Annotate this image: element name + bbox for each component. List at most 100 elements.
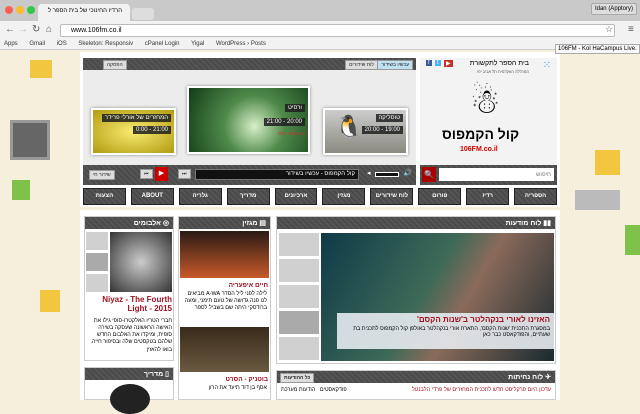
bookmark-item[interactable]: Yigal — [191, 41, 204, 47]
gadget-decoration — [595, 150, 620, 175]
featured-headline[interactable]: האזינו לאורי בנקהלטר ב'שנות הקסם' — [341, 315, 550, 324]
bookmark-item[interactable]: Skeleton: Responsiv — [78, 41, 133, 47]
featured-thumb[interactable] — [279, 285, 319, 308]
magazine-headline[interactable]: חיים איפעריה — [179, 280, 270, 291]
live-button[interactable]: שידור חי — [89, 170, 115, 180]
tab-schedule[interactable]: לוח שידורים — [345, 60, 378, 70]
bookmark-item[interactable]: Apps — [4, 41, 18, 47]
landings-header: ✈ לוח נחיתות כל ההודעות — [277, 371, 555, 383]
nav-item[interactable]: הצעות — [82, 188, 126, 205]
guide-title: מדריך — [144, 371, 164, 378]
school-subtitle: המכללה האקדמית תל אביב יפו — [477, 69, 529, 74]
maximize-window-button[interactable] — [27, 6, 35, 14]
magazine-image[interactable] — [180, 231, 269, 278]
filter-podcasts[interactable]: פודקאסטים — [320, 387, 347, 393]
featured-text: במסגרת התכנית 'שנות הקסם', התארח אורי בנ… — [353, 326, 550, 338]
album-text: חברי הטריו האלקטרו-סופי גילו את האישה הר… — [90, 318, 172, 353]
next-icon[interactable]: ⏭ — [178, 169, 191, 179]
slide-card[interactable]: המחזרים של אורלי פרידר 21:00 - 0:00 — [91, 108, 176, 155]
brand-site[interactable]: 106FM.co.il — [460, 146, 498, 153]
landings-panel: ✈ לוח נחיתות כל ההודעות עדכון היום פרקלי… — [276, 370, 556, 400]
nav-item[interactable]: ארכיונים — [274, 188, 318, 205]
magazine-title: מגזין — [242, 220, 258, 227]
slide-time: 21:00 - 0:00 — [132, 126, 171, 134]
nav-item[interactable]: הספריה — [514, 188, 557, 205]
featured-thumb[interactable] — [279, 259, 319, 282]
bookmark-item[interactable]: Gmail — [29, 41, 45, 47]
guide-panel: ▯ מדריך — [84, 367, 174, 414]
bookmark-item[interactable]: cPanel Login — [145, 41, 180, 47]
landings-title: לוח נחיתות — [508, 374, 544, 381]
landing-item[interactable]: עדכון היום פרקליסט חדש לתכנית המחזרים של… — [412, 387, 551, 393]
youtube-icon[interactable]: ▶ — [444, 60, 453, 67]
tab-title: הרדיו החינוכי של בית הספר ל — [47, 8, 122, 14]
slide-title: טוסליקה — [375, 114, 403, 122]
nav-item[interactable]: גלריה — [178, 188, 222, 205]
album-thumb[interactable] — [86, 274, 108, 292]
minimize-window-button[interactable] — [16, 6, 24, 14]
bookmark-item[interactable]: WordPress › Posts — [216, 41, 266, 47]
album-thumb[interactable] — [86, 253, 108, 271]
nav-item[interactable]: רדיו — [466, 188, 510, 205]
gadget-decoration — [625, 225, 640, 255]
volume-slider[interactable] — [375, 172, 399, 177]
nav-item[interactable]: לוח שידורים — [370, 188, 414, 205]
close-window-button[interactable] — [5, 6, 13, 14]
penguin-image: 🐧 — [335, 114, 363, 139]
featured-header: ▮▮ לוח מודעות — [277, 217, 555, 229]
prev-icon[interactable]: ⏮ — [140, 169, 153, 179]
slide-title: ורסיט — [285, 104, 305, 112]
nav-item[interactable]: פורום — [418, 188, 462, 205]
bookmark-item[interactable]: iOS — [57, 41, 67, 47]
school-name: בית הספר לתקשורת — [469, 60, 529, 67]
slide-card-active[interactable]: ורסיט 20:00 - 21:00 עם אשר בלס — [187, 86, 310, 154]
search-icon[interactable]: 🔍 — [422, 167, 436, 182]
nav-item[interactable]: מגזין — [322, 188, 366, 205]
guide-image[interactable] — [110, 384, 150, 414]
featured-thumb[interactable] — [279, 337, 319, 360]
browser-tab-strip: הרדיו החינוכי של בית הספר ל Idan (Apptor… — [0, 0, 640, 21]
magazine-image[interactable] — [180, 327, 269, 372]
cassette-decoration — [30, 60, 52, 78]
profile-button[interactable]: Idan (Apptory) — [590, 3, 637, 15]
landing-filters: פודקאסטים הודעות מערכת — [281, 387, 347, 393]
back-icon[interactable]: ← — [5, 24, 15, 35]
all-messages-button[interactable]: כל ההודעות — [280, 373, 315, 383]
album-cover[interactable] — [110, 232, 172, 292]
featured-thumb[interactable] — [279, 311, 319, 334]
bookmark-star-icon[interactable]: ☆ — [605, 24, 613, 35]
home-icon[interactable]: ⌂ — [46, 24, 52, 35]
featured-image[interactable]: האזינו לאורי בנקהלטר ב'שנות הקסם' במסגרת… — [321, 233, 554, 361]
album-thumb[interactable] — [86, 232, 108, 250]
facebook-icon[interactable]: f — [426, 60, 432, 66]
address-bar[interactable]: www.106fm.co.il — [60, 24, 615, 37]
volume-up-icon[interactable]: 🔊 — [403, 169, 412, 177]
forward-icon[interactable]: → — [18, 24, 28, 35]
new-tab-button[interactable] — [132, 8, 154, 20]
search-input[interactable] — [439, 168, 554, 181]
radio-player: הפסקה עכשיו בשידור לוח שידורים המחזרים ש… — [83, 58, 416, 185]
pause-button[interactable]: הפסקה — [103, 60, 127, 70]
featured-title: לוח מודעות — [505, 220, 542, 227]
filter-system[interactable]: הודעות מערכת — [281, 387, 315, 393]
brand-logo-text: קול הקמפוס — [442, 126, 520, 142]
gadget-decoration — [12, 180, 30, 200]
reload-icon[interactable]: ↻ — [32, 24, 40, 35]
nav-item[interactable]: ABOUT — [130, 188, 174, 205]
menu-icon[interactable]: ≡ — [628, 24, 634, 35]
featured-thumb[interactable] — [279, 233, 319, 256]
tooltip: 106FM - Kol HaCampus Live. — [555, 44, 640, 54]
magazine-headline[interactable]: בוטניק - הסרט — [179, 374, 270, 385]
browser-tab[interactable]: הרדיו החינוכי של בית הספר ל — [38, 4, 130, 21]
play-icon[interactable]: ▶ — [155, 167, 168, 181]
slide-card[interactable]: 🐧 טוסליקה 19:00 - 20:00 — [323, 108, 408, 155]
tab-now-playing[interactable]: עכשיו בשידור — [377, 60, 413, 70]
album-headline[interactable]: Niyaz - The Fourth Light - 2015 — [88, 295, 172, 313]
twitter-icon[interactable]: t — [435, 60, 441, 66]
volume-down-icon[interactable]: ◂ — [367, 169, 371, 177]
gadget-decoration — [40, 290, 60, 312]
slide-time: 20:00 - 21:00 — [263, 118, 305, 126]
albums-title: אלבומים — [133, 220, 161, 227]
divider — [80, 207, 560, 210]
nav-item[interactable]: מדריך — [226, 188, 270, 205]
